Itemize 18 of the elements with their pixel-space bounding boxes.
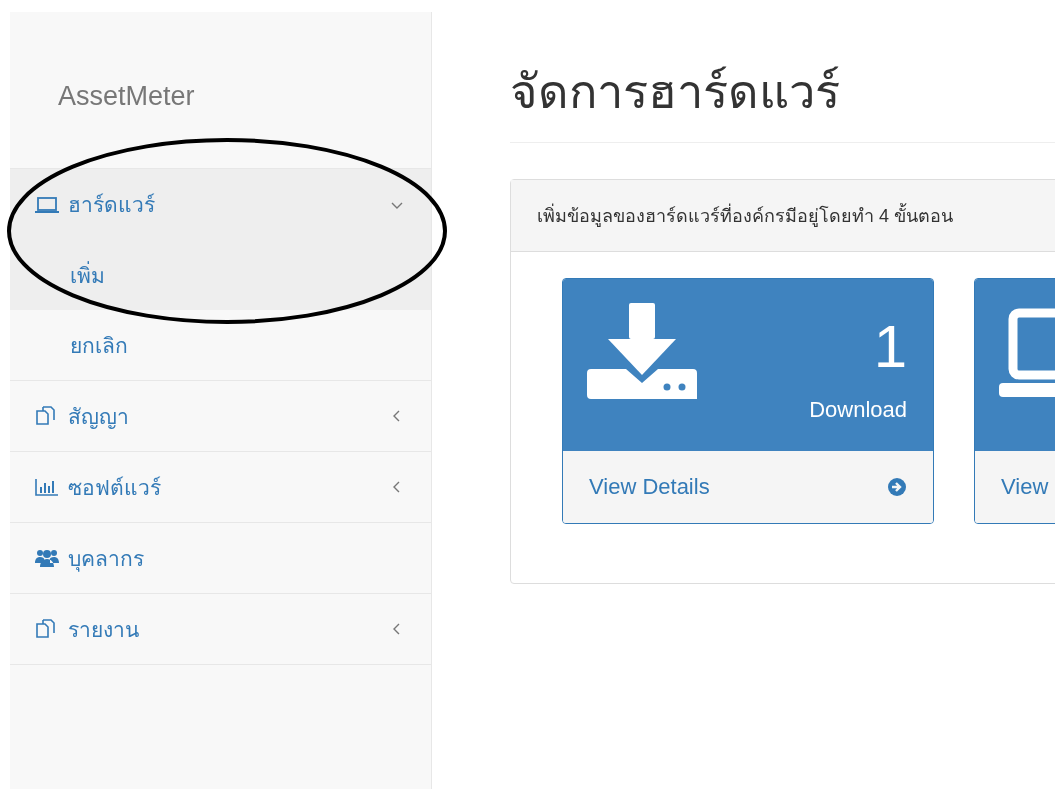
view-details-link[interactable]: View Details: [563, 451, 933, 524]
nav-item[interactable]: ฮาร์ดแวร์: [10, 169, 431, 240]
laptop-icon: [34, 194, 60, 215]
view-details-link[interactable]: View: [975, 451, 1055, 524]
count: 1: [873, 317, 907, 378]
nav-item[interactable]: รายงาน: [10, 594, 431, 665]
page-title: จัดการฮาร์ดแวร์: [510, 64, 1055, 144]
card-caption: Download: [809, 397, 907, 424]
nav-item[interactable]: ซอฟต์แวร์: [10, 452, 431, 523]
bar-chart-icon: [34, 477, 60, 497]
nav-subitem[interactable]: ยกเลิก: [10, 310, 431, 380]
brand-name: AssetMeter: [57, 80, 196, 113]
panel-heading: เพิ่มข้อมูลของฮาร์ดแวร์ที่องค์กรมีอยู่โดยทำ 4 ขั้นตอน: [511, 180, 1055, 253]
nav-item[interactable]: บุคลากร: [10, 523, 431, 594]
users-icon: [34, 548, 60, 568]
nav-subitem[interactable]: เพิ่ม: [10, 240, 431, 310]
nav-item[interactable]: สัญญา: [10, 381, 431, 452]
arrow-circle-icon: [887, 477, 907, 498]
